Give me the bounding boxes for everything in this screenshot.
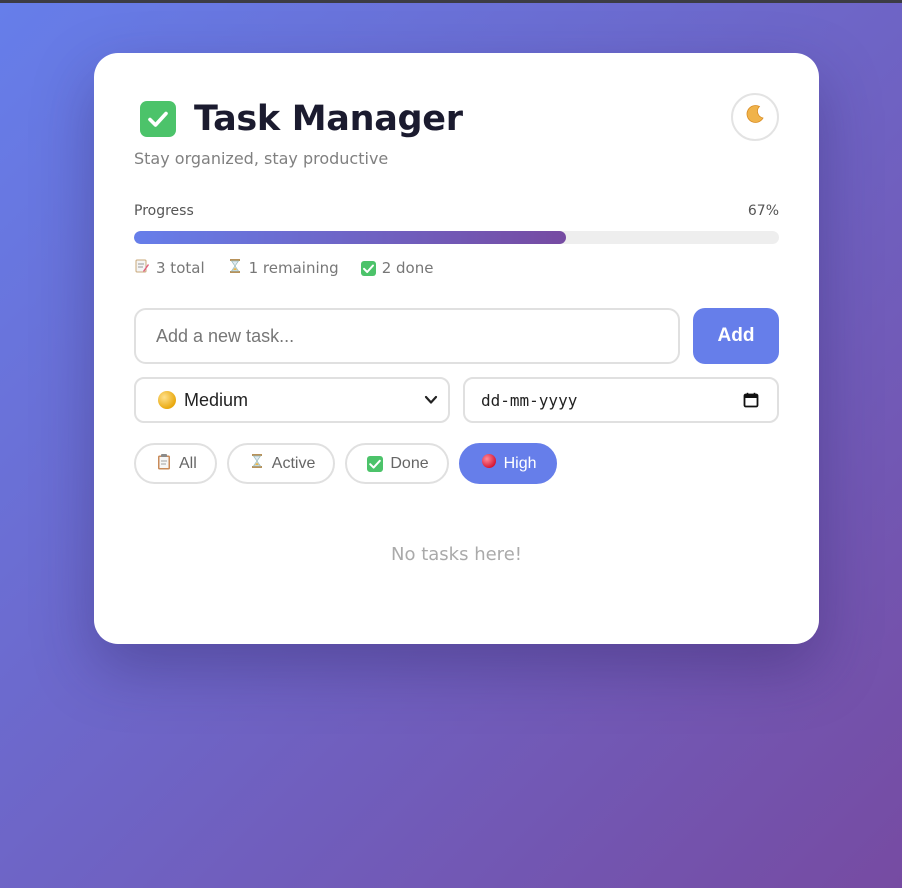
progress-percent: 67% bbox=[747, 203, 779, 219]
filter-high-label: High bbox=[503, 454, 537, 472]
due-date-input[interactable]: dd-mm-yyyy bbox=[463, 377, 779, 423]
progress-bar-fill bbox=[134, 231, 567, 244]
check-mark-button-icon bbox=[367, 455, 384, 472]
memo-icon bbox=[134, 258, 150, 278]
new-task-input[interactable] bbox=[134, 308, 680, 364]
calendar-icon[interactable] bbox=[743, 392, 759, 412]
check-mark-button-icon bbox=[140, 101, 176, 137]
priority-select[interactable]: Medium bbox=[134, 377, 450, 423]
task-stats: 3 total 1 remaining 2 done bbox=[134, 258, 433, 278]
filter-all-label: All bbox=[179, 454, 197, 472]
filter-done-label: Done bbox=[390, 454, 429, 472]
due-date-placeholder: dd-mm-yyyy bbox=[481, 390, 578, 410]
yellow-circle-icon bbox=[158, 391, 176, 409]
stat-remaining: 1 remaining bbox=[227, 258, 339, 278]
progress-bar bbox=[134, 231, 779, 244]
filter-high[interactable]: High bbox=[458, 443, 557, 484]
priority-select-value: Medium bbox=[184, 389, 249, 410]
theme-toggle-button[interactable] bbox=[731, 93, 779, 141]
red-circle-icon bbox=[481, 453, 497, 474]
add-task-button[interactable]: Add bbox=[693, 308, 779, 364]
task-manager-card: Task Manager Stay organized, stay produc… bbox=[94, 53, 819, 644]
filter-active-label: Active bbox=[271, 454, 316, 472]
task-options-row: Medium dd-mm-yyyy bbox=[134, 377, 779, 423]
add-task-row: Add bbox=[134, 308, 779, 364]
progress-header: Progress 67% bbox=[134, 203, 779, 223]
page-title: Task Manager bbox=[194, 99, 463, 139]
title-row: Task Manager bbox=[134, 95, 779, 143]
stat-total-text: 3 total bbox=[156, 259, 205, 277]
filter-active[interactable]: Active bbox=[226, 443, 336, 484]
stat-done-text: 2 done bbox=[381, 259, 434, 277]
clipboard-icon bbox=[156, 453, 172, 475]
check-mark-button-icon bbox=[360, 260, 376, 276]
filter-chips: All Active Done High bbox=[134, 443, 557, 484]
filter-all[interactable]: All bbox=[134, 443, 217, 484]
window-top-border bbox=[0, 0, 902, 3]
stat-total: 3 total bbox=[134, 258, 205, 278]
filter-done[interactable]: Done bbox=[345, 443, 449, 484]
crescent-moon-icon bbox=[744, 103, 766, 131]
hourglass-icon bbox=[227, 258, 243, 278]
page-subtitle: Stay organized, stay productive bbox=[134, 149, 389, 168]
stat-done: 2 done bbox=[360, 258, 434, 278]
stat-remaining-text: 1 remaining bbox=[248, 259, 339, 277]
hourglass-icon bbox=[249, 453, 265, 474]
header: Task Manager Stay organized, stay produc… bbox=[134, 93, 779, 168]
chevron-down-icon bbox=[424, 392, 438, 413]
empty-state-message: No tasks here! bbox=[391, 544, 522, 565]
progress-label: Progress bbox=[134, 203, 194, 219]
